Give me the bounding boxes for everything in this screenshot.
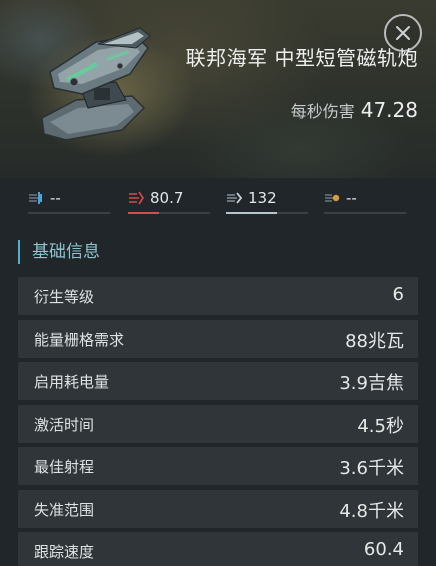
- attribute-row: 能量栅格需求 88兆瓦: [18, 319, 418, 358]
- close-icon: [396, 26, 410, 40]
- attribute-label: 衍生等级: [34, 288, 95, 306]
- explosive-damage-value: --: [346, 189, 357, 207]
- explosive-damage: --: [324, 186, 406, 214]
- module-title: 联邦海军 中型短管磁轨炮: [185, 46, 418, 70]
- attribute-row: 跟踪速度 60.4: [18, 532, 418, 566]
- attribute-label: 启用耗电量: [34, 373, 110, 391]
- attribute-label: 最佳射程: [34, 458, 95, 476]
- em-damage-icon: [29, 192, 42, 204]
- module-info-panel: 联邦海军 中型短管磁轨炮 每秒伤害 47.28 -- 80.7 132 -- 基…: [0, 0, 436, 566]
- kinetic-damage-value: 132: [248, 189, 277, 207]
- em-damage: --: [28, 186, 110, 214]
- attribute-label: 跟踪速度: [34, 543, 95, 561]
- thermal-damage: 80.7: [128, 186, 210, 214]
- dps-readout: 每秒伤害 47.28: [291, 98, 418, 122]
- attribute-row: 最佳射程 3.6千米: [18, 447, 418, 485]
- section-basic-info: 基础信息: [18, 240, 100, 264]
- kinetic-damage: 132: [226, 186, 308, 214]
- kinetic-damage-icon: [227, 192, 242, 204]
- attribute-value: 3.9吉焦: [339, 373, 404, 394]
- attribute-row: 衍生等级 6: [18, 277, 418, 315]
- attribute-label: 失准范围: [34, 500, 95, 519]
- attribute-value: 3.6千米: [339, 458, 404, 479]
- attribute-value: 4.8千米: [339, 500, 404, 522]
- attribute-row: 激活时间 4.5秒: [18, 404, 418, 443]
- attribute-row: 启用耗电量 3.9吉焦: [18, 362, 418, 400]
- attribute-value: 88兆瓦: [345, 330, 404, 352]
- dps-label: 每秒伤害: [290, 102, 355, 121]
- explosive-damage-icon: [325, 194, 340, 202]
- attribute-value: 4.5秒: [357, 415, 404, 437]
- thermal-damage-icon: [129, 191, 144, 205]
- em-damage-value: --: [50, 189, 61, 207]
- kinetic-damage-bar: [226, 212, 277, 214]
- railgun-module-image: [41, 27, 151, 141]
- dps-value: 47.28: [360, 98, 418, 122]
- attribute-list: 衍生等级 6 能量栅格需求 88兆瓦 启用耗电量 3.9吉焦 激活时间 4.5秒…: [18, 277, 418, 566]
- thermal-damage-value: 80.7: [150, 189, 184, 207]
- attribute-label: 能量栅格需求: [34, 330, 125, 349]
- attribute-value: 60.4: [363, 539, 404, 560]
- attribute-row: 失准范围 4.8千米: [18, 489, 418, 528]
- attribute-value: 6: [392, 284, 404, 305]
- attribute-label: 激活时间: [34, 415, 95, 434]
- module-header: 联邦海军 中型短管磁轨炮 每秒伤害 47.28: [0, 0, 436, 178]
- thermal-damage-bar: [128, 212, 159, 214]
- damage-profile: -- 80.7 132 --: [0, 178, 436, 218]
